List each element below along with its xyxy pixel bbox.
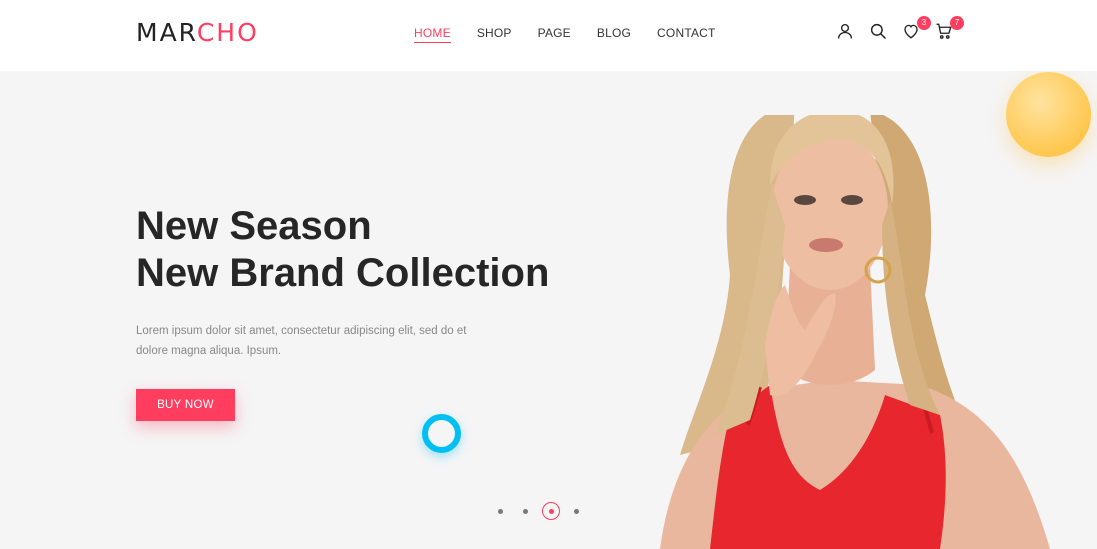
slider-dot-4[interactable] (574, 508, 579, 514)
logo-text-dark: MAR (136, 18, 197, 47)
nav-item-page[interactable]: PAGE (538, 26, 571, 43)
header-icons: 3 7 (836, 16, 964, 42)
slider-dot-3-active[interactable] (542, 502, 560, 520)
user-icon[interactable] (836, 22, 856, 42)
logo-text-accent: CHO (196, 18, 259, 47)
cart-count-badge: 7 (950, 16, 964, 30)
logo[interactable]: MARCHO (136, 19, 259, 47)
main-nav: HOME SHOP PAGE BLOG CONTACT (414, 26, 742, 43)
nav-item-shop[interactable]: SHOP (477, 26, 512, 43)
heart-icon[interactable]: 3 (902, 16, 931, 42)
slider-pagination (498, 502, 599, 520)
hero-description: Lorem ipsum dolor sit amet, consectetur … (136, 325, 467, 357)
wishlist-count-badge: 3 (917, 16, 931, 30)
headline-line-2: New Brand Collection (136, 251, 550, 295)
hero-headline: New Season New Brand Collection (136, 203, 549, 297)
decorative-blue-ring (422, 414, 461, 453)
slider-dot-2[interactable] (523, 508, 528, 514)
search-icon[interactable] (869, 22, 889, 42)
buy-now-button[interactable]: BUY NOW (136, 389, 235, 421)
cart-icon[interactable]: 7 (935, 16, 964, 42)
hero-slider: New Season New Brand Collection Lorem ip… (0, 71, 1097, 549)
nav-item-home[interactable]: HOME (414, 26, 451, 43)
site-header: MARCHO HOME SHOP PAGE BLOG CONTACT 3 7 (0, 0, 1097, 71)
slider-dot-1[interactable] (498, 508, 503, 514)
model-image (660, 115, 1050, 549)
nav-item-blog[interactable]: BLOG (597, 26, 631, 43)
headline-line-1: New Season (136, 204, 372, 248)
nav-item-contact[interactable]: CONTACT (657, 26, 716, 43)
